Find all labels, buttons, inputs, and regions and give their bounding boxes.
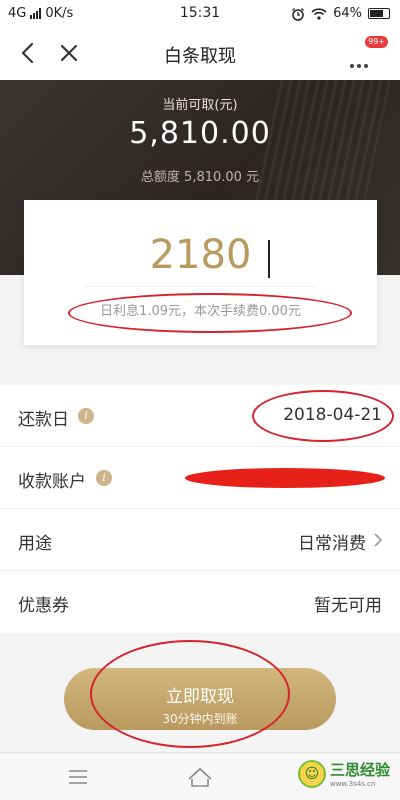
- battery-icon: [368, 8, 390, 19]
- nav-bar: 白条取现 99+: [0, 28, 400, 80]
- notification-badge: 99+: [365, 36, 388, 48]
- row-label: 还款日: [18, 410, 69, 430]
- withdraw-button-sublabel: 30分钟内到账: [162, 711, 238, 726]
- back-arrow-icon[interactable]: [16, 40, 42, 66]
- receiving-account-row[interactable]: 收款账户 i: [0, 447, 400, 509]
- available-label: 当前可取(元): [162, 98, 238, 113]
- watermark-logo: ☺: [297, 759, 326, 788]
- purpose-value: 日常消费: [298, 534, 366, 554]
- input-underline: [84, 286, 317, 287]
- withdraw-button-label: 立即取现: [166, 686, 234, 707]
- row-label: 收款账户: [18, 472, 86, 492]
- total-limit: 总额度 5,810.00 元: [140, 170, 260, 185]
- close-icon[interactable]: [56, 40, 82, 66]
- menu-icon[interactable]: [66, 767, 90, 787]
- watermark-url: www.3s4s.cn: [329, 780, 376, 788]
- chevron-right-icon: [374, 533, 383, 547]
- wifi-icon: [311, 7, 327, 20]
- watermark: ☺ 三思经验 www.3s4s.cn: [297, 759, 390, 788]
- info-icon[interactable]: i: [78, 408, 94, 424]
- withdraw-card: 日利息1.09元，本次手续费0.00元: [24, 200, 377, 345]
- row-label: 用途: [18, 534, 52, 554]
- repayment-date-row[interactable]: 还款日 i 2018-04-21: [0, 385, 400, 447]
- amount-input[interactable]: [100, 232, 301, 278]
- detail-list: 还款日 i 2018-04-21 收款账户 i 用途 日常消费 优惠券 暂无可用: [0, 385, 400, 633]
- watermark-text: 三思经验: [329, 761, 390, 779]
- row-label: 优惠券: [18, 596, 69, 616]
- coupon-value: 暂无可用: [314, 596, 382, 616]
- system-nav-bar: ☺ 三思经验 www.3s4s.cn: [0, 752, 400, 800]
- repayment-date-value: 2018-04-21: [283, 405, 382, 425]
- status-bar: 4G 0K/s 15:31 64%: [0, 0, 400, 28]
- battery-percent: 64%: [333, 6, 362, 21]
- fee-info: 日利息1.09元，本次手续费0.00元: [100, 304, 301, 319]
- alarm-icon: [292, 7, 305, 21]
- more-icon: [350, 64, 368, 68]
- coupon-row[interactable]: 优惠券 暂无可用: [0, 571, 400, 633]
- text-caret: [268, 240, 270, 278]
- withdraw-button[interactable]: 立即取现 30分钟内到账: [64, 668, 336, 730]
- status-right: 64%: [291, 6, 390, 21]
- info-icon[interactable]: i: [96, 470, 112, 486]
- available-amount: 5,810.00: [129, 116, 271, 151]
- amount-input-wrap: [24, 232, 377, 284]
- purpose-row[interactable]: 用途 日常消费: [0, 509, 400, 571]
- redacted-account: [185, 468, 385, 488]
- home-icon[interactable]: [186, 765, 214, 789]
